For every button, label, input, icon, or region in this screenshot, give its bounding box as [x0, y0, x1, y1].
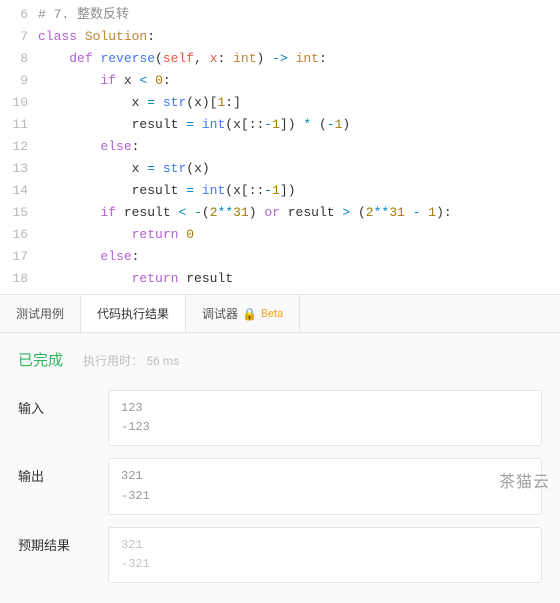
result-row: 输入123 -123: [0, 384, 560, 452]
line-number: 10: [0, 92, 28, 114]
line-number: 12: [0, 136, 28, 158]
code-content[interactable]: # 7. 整数反转class Solution: def reverse(sel…: [38, 4, 560, 290]
beta-badge: Beta: [261, 307, 283, 320]
tab-1[interactable]: 代码执行结果: [81, 295, 186, 332]
results-rows: 输入123 -123输出321 -321预期结果321 -321: [0, 384, 560, 589]
code-editor[interactable]: 6789101112131415161718 # 7. 整数反转class So…: [0, 0, 560, 294]
lock-icon: 🔒: [242, 307, 257, 321]
tab-label: 测试用例: [16, 305, 64, 322]
code-line[interactable]: def reverse(self, x: int) -> int:: [38, 48, 560, 70]
code-line[interactable]: class Solution:: [38, 26, 560, 48]
tab-label: 代码执行结果: [97, 305, 169, 322]
result-row: 输出321 -321: [0, 452, 560, 520]
code-line[interactable]: if result < -(2**31) or result > (2**31 …: [38, 202, 560, 224]
results-panel: 已完成 执行用时： 56 ms 输入123 -123输出321 -321预期结果…: [0, 333, 560, 603]
code-line[interactable]: if x < 0:: [38, 70, 560, 92]
tab-2[interactable]: 调试器 🔒 Beta: [186, 295, 300, 332]
line-number: 7: [0, 26, 28, 48]
result-label: 预期结果: [18, 527, 108, 554]
result-value-box[interactable]: 123 -123: [108, 390, 542, 446]
watermark: 茶猫云: [499, 468, 550, 492]
line-number: 17: [0, 246, 28, 268]
code-line[interactable]: else:: [38, 246, 560, 268]
line-number: 11: [0, 114, 28, 136]
line-number: 13: [0, 158, 28, 180]
code-line[interactable]: return 0: [38, 224, 560, 246]
code-line[interactable]: return result: [38, 268, 560, 290]
status-row: 已完成 执行用时： 56 ms: [0, 347, 560, 384]
result-row: 预期结果321 -321: [0, 521, 560, 589]
runtime-info: 执行用时： 56 ms: [83, 352, 179, 369]
line-number: 15: [0, 202, 28, 224]
runtime-label: 执行用时：: [83, 354, 143, 368]
result-label: 输入: [18, 390, 108, 417]
line-number: 16: [0, 224, 28, 246]
line-number: 9: [0, 70, 28, 92]
code-line[interactable]: else:: [38, 136, 560, 158]
result-tabs: 测试用例 代码执行结果 调试器 🔒 Beta: [0, 294, 560, 333]
runtime-value: 56 ms: [146, 354, 179, 368]
line-number: 18: [0, 268, 28, 290]
line-number-gutter: 6789101112131415161718: [0, 4, 38, 290]
result-value-box[interactable]: 321 -321: [108, 527, 542, 583]
code-line[interactable]: result = int(x[::-1]): [38, 180, 560, 202]
code-line[interactable]: x = str(x): [38, 158, 560, 180]
line-number: 8: [0, 48, 28, 70]
code-line[interactable]: # 7. 整数反转: [38, 4, 560, 26]
result-label: 输出: [18, 458, 108, 485]
status-text: 已完成: [18, 349, 63, 370]
line-number: 14: [0, 180, 28, 202]
code-line[interactable]: x = str(x)[1:]: [38, 92, 560, 114]
tab-label: 调试器: [202, 305, 238, 322]
code-line[interactable]: result = int(x[::-1]) * (-1): [38, 114, 560, 136]
tab-0[interactable]: 测试用例: [0, 295, 81, 332]
line-number: 6: [0, 4, 28, 26]
result-value-box[interactable]: 321 -321: [108, 458, 542, 514]
